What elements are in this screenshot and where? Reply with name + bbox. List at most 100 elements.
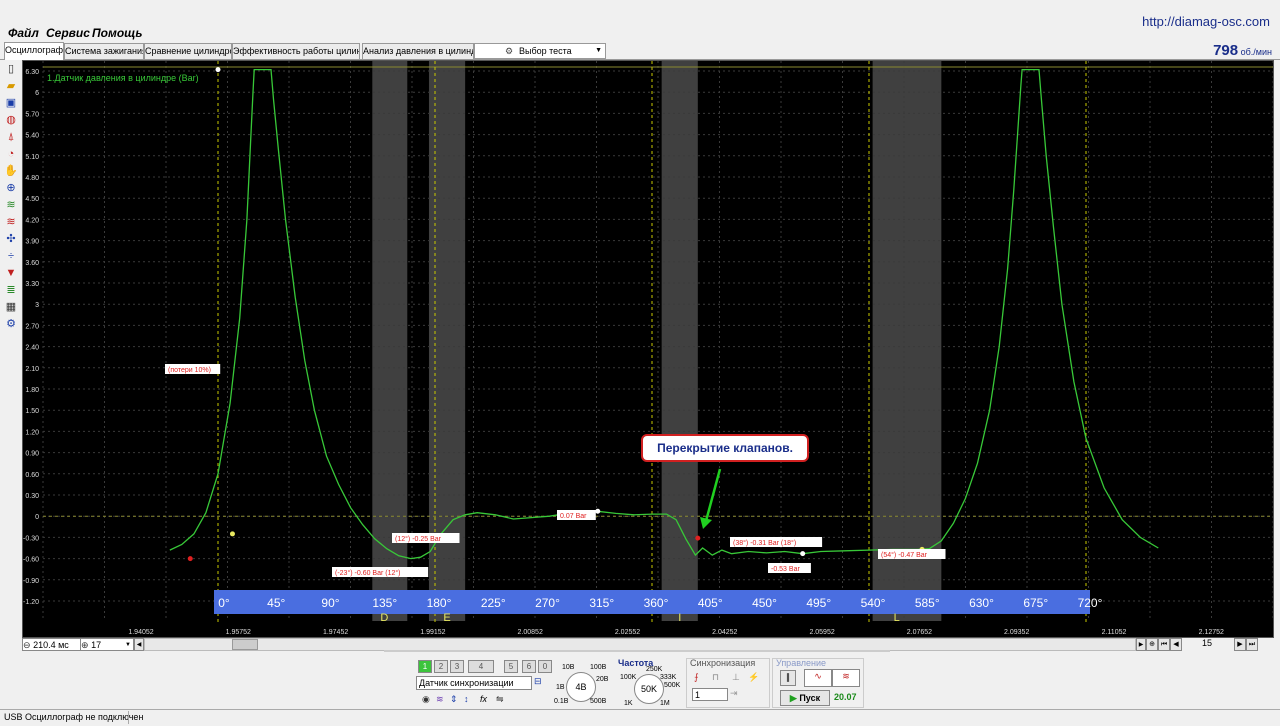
wave-icon[interactable]: ≋: [436, 694, 444, 705]
tab-pressure-analysis[interactable]: Анализ давления в цилиндре: [362, 43, 474, 59]
tab-cylinder-efficiency[interactable]: Эффективность работы цилиндров: [232, 43, 360, 59]
zone-letter: E: [443, 612, 450, 624]
time-tick-label: 2.05952: [809, 629, 834, 636]
vertical-shift-icon[interactable]: ⇕: [450, 694, 458, 705]
range-icon[interactable]: ◔: [4, 147, 18, 161]
chevron-down-icon: ▼: [125, 642, 131, 648]
y-tick-label: 1.50: [25, 408, 39, 415]
y-tick-label: 3.90: [25, 239, 39, 246]
sync-select-value: 1: [695, 690, 701, 700]
volt-label-01v: 0.1B: [554, 698, 569, 705]
eye-icon[interactable]: ◉: [422, 694, 430, 705]
settings-icon[interactable]: ⚙: [4, 317, 18, 331]
test-select[interactable]: ⚙ Выбор теста ▼: [474, 43, 606, 59]
menu-help[interactable]: Помощь: [92, 26, 143, 40]
volt-knob-value: 4B: [575, 682, 587, 692]
multi-wave-icon[interactable]: ≋: [832, 669, 860, 687]
y-tick-label: 1.80: [25, 387, 39, 394]
zoom-in-small-icon[interactable]: ⊕: [1146, 638, 1158, 651]
y-tick-label: 2.40: [25, 345, 39, 352]
channel-tab-3[interactable]: 3: [450, 660, 464, 673]
site-url-link[interactable]: http://diamag-osc.com: [1142, 14, 1270, 29]
table-icon[interactable]: ▦: [4, 300, 18, 314]
sync-rise-icon[interactable]: ⨍: [694, 672, 699, 683]
scroll-thumb[interactable]: [232, 639, 258, 650]
tab-cylinder-compare[interactable]: Сравнение цилиндров: [144, 43, 232, 59]
rpm-value: 798: [1213, 42, 1239, 59]
y-tick-label: 2.70: [25, 323, 39, 330]
trace-point: [229, 531, 235, 537]
y-tick-label: 6.30: [25, 69, 39, 76]
cursor-marker-icon[interactable]: ◍: [4, 113, 18, 127]
vertical-scale-icon[interactable]: ↕: [464, 694, 469, 704]
volt-label-20v: 20B: [596, 676, 609, 683]
time-axis-bg: [23, 623, 1273, 637]
sync-select[interactable]: 1: [692, 688, 728, 701]
annotation-text: (потери 10%): [168, 367, 211, 374]
save-icon[interactable]: ▣: [4, 96, 18, 110]
function-icon[interactable]: fx: [480, 694, 487, 704]
sync-fall-icon[interactable]: ⊥: [732, 672, 740, 683]
degree-label: 90°: [321, 596, 339, 610]
rpm-unit: об./мин: [1240, 47, 1272, 57]
scroll-left-button[interactable]: ◀: [134, 638, 144, 651]
sync-pulse-icon[interactable]: ⊓: [712, 672, 719, 683]
annotation-text: (12°) -0.25 Bar: [395, 535, 442, 543]
channel-tab-1[interactable]: 1: [418, 660, 432, 673]
hand-icon[interactable]: ✋: [4, 164, 18, 178]
single-wave-icon[interactable]: ∿: [804, 669, 832, 687]
measure-icon[interactable]: ⍋: [4, 130, 18, 144]
valve-zone-3: [872, 61, 942, 621]
degree-label: 630°: [969, 596, 994, 610]
open-folder-icon[interactable]: ▰: [4, 79, 18, 93]
y-tick-label: -1.20: [23, 599, 39, 606]
sensor-select[interactable]: Датчик синхронизации: [416, 676, 532, 690]
menu-service[interactable]: Сервис: [46, 26, 90, 40]
y-tick-label: 5.70: [25, 111, 39, 118]
crosshair-icon[interactable]: ✣: [4, 232, 18, 246]
pause-icon[interactable]: ∥: [780, 670, 796, 686]
last-page-icon[interactable]: ⏭: [1246, 638, 1258, 651]
channel-tab-6[interactable]: 6: [522, 660, 536, 673]
callout-arrowhead: [700, 517, 712, 529]
start-button[interactable]: ▶ Пуск: [780, 690, 830, 706]
waveform-icon[interactable]: ≋: [4, 198, 18, 212]
zoom-in-icon: ⊕: [81, 640, 89, 650]
menu-bar: Файл Сервис Помощь: [0, 26, 1280, 42]
volt-label-10v: 10B: [562, 664, 575, 671]
next-page-icon[interactable]: ▶: [1234, 638, 1246, 651]
y-tick-label: 5.10: [25, 154, 39, 161]
layers-icon[interactable]: ≣: [4, 283, 18, 297]
zoom-out-icon: ⊖: [23, 640, 31, 650]
new-file-icon[interactable]: ▯: [4, 62, 18, 76]
zoom-icon[interactable]: ⊕: [4, 181, 18, 195]
degree-label: 360°: [644, 596, 669, 610]
channel-tab-0[interactable]: 0: [538, 660, 552, 673]
sensor-select-label: Датчик синхронизации: [419, 678, 514, 688]
sync-auto-icon[interactable]: ⚡: [748, 672, 759, 683]
channel-tab-2[interactable]: 2: [434, 660, 448, 673]
channel-tab-4[interactable]: 4: [468, 660, 494, 673]
tab-oscilloscope[interactable]: Осциллограф: [4, 42, 64, 60]
sensor-config-icon[interactable]: ⊟: [534, 676, 542, 687]
tab-ignition-system[interactable]: Система зажигания: [64, 43, 144, 59]
time-tick-label: 2.02552: [615, 629, 640, 636]
zoom-select[interactable]: ⊕ 17 ▼: [80, 638, 134, 651]
time-tick-label: 1.94052: [128, 629, 153, 636]
zone-letter: I: [678, 612, 681, 624]
oscilloscope-screen[interactable]: 6.30 6 5.70 5.40 5.10 4.80 4.50 4.20 3.90 3.60 3.3…: [22, 60, 1274, 638]
time-tick-label: 2.09352: [1004, 629, 1029, 636]
channel-tab-5[interactable]: 5: [504, 660, 518, 673]
divider-icon[interactable]: ÷: [4, 249, 18, 263]
time-scale-value: 210.4 мс: [33, 640, 69, 650]
waveform-red-icon[interactable]: ≋: [4, 215, 18, 229]
trace-point: [187, 556, 193, 562]
prev-page-icon[interactable]: ◀: [1170, 638, 1182, 651]
menu-file[interactable]: Файл: [8, 26, 39, 40]
sync-link-icon[interactable]: ⇥: [730, 688, 738, 699]
invert-icon[interactable]: ⇋: [496, 694, 504, 705]
filter-icon[interactable]: ▼: [4, 266, 18, 280]
first-page-icon[interactable]: ⏮: [1158, 638, 1170, 651]
frequency-knob-value: 50K: [640, 684, 657, 694]
scroll-right-button[interactable]: ▶: [1136, 638, 1146, 651]
